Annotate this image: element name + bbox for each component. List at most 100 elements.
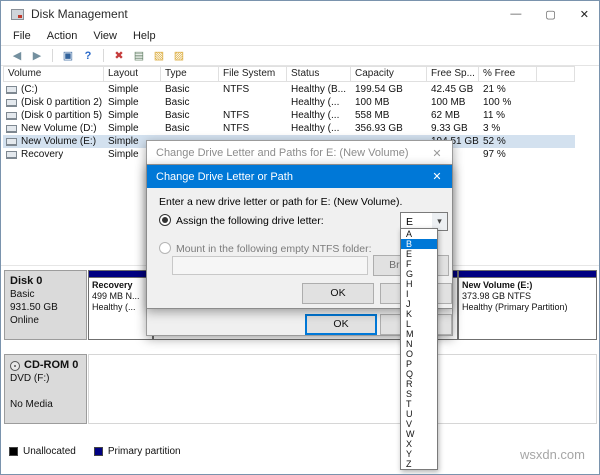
dialog1-title-bar: Change Drive Letter and Paths for E: (Ne…	[147, 141, 452, 165]
back-icon[interactable]: ◀	[7, 48, 27, 64]
drive-letter-option[interactable]: V	[401, 419, 437, 429]
toolbar-separator	[103, 49, 104, 62]
watermark: wsxdn.com	[520, 447, 585, 462]
column-header[interactable]: Volume	[3, 66, 104, 82]
drive-letter-option[interactable]: P	[401, 359, 437, 369]
New Volume (E:)[interactable]: New Volume (E:) 373.98 GB NTFS Healthy (…	[458, 270, 597, 340]
cdrom-label-block[interactable]: CD-ROM 0 DVD (F:) No Media	[4, 354, 87, 424]
column-header[interactable]: % Free	[479, 66, 537, 82]
volume-icon	[6, 151, 17, 159]
close-icon[interactable]: ✕	[422, 147, 452, 160]
column-header[interactable]: Capacity	[351, 66, 427, 82]
toolbar-separator	[52, 49, 53, 62]
menu-item[interactable]: View	[85, 30, 125, 42]
volume-icon	[6, 112, 17, 120]
partition-status: Healthy (...	[92, 302, 149, 313]
table-row[interactable]: New Volume (D:) Simple Basic NTFS Health…	[3, 122, 575, 135]
mount-folder-input	[172, 256, 368, 275]
partition-status: Healthy (Primary Partition)	[462, 302, 593, 313]
drive-letter-option[interactable]: W	[401, 429, 437, 439]
cdrom-media: DVD (F:)	[10, 372, 81, 385]
minimize-button[interactable]: —	[510, 8, 521, 21]
drive-letter-dropdown: ABEFGHIJKLMNOPQRSTUVWXYZ	[400, 228, 438, 470]
drive-letter-option[interactable]: M	[401, 329, 437, 339]
column-header[interactable]: File System	[219, 66, 287, 82]
drive-letter-option[interactable]: G	[401, 269, 437, 279]
close-icon[interactable]: ✕	[422, 170, 452, 183]
volume-icon	[6, 86, 17, 94]
drive-letter-option[interactable]: S	[401, 389, 437, 399]
dialog2-prompt: Enter a new drive letter or path for E: …	[159, 196, 402, 208]
forward-icon[interactable]: ▶	[27, 48, 47, 64]
legend-item: Primary partition	[94, 446, 181, 457]
drive-letter-option[interactable]: N	[401, 339, 437, 349]
cdrom-name: CD-ROM 0	[24, 359, 78, 372]
drive-letter-option[interactable]: Y	[401, 449, 437, 459]
console-tree-icon[interactable]: ▣	[58, 48, 78, 64]
column-header[interactable]: Type	[161, 66, 219, 82]
legend: Unallocated Primary partition	[9, 446, 199, 457]
drive-letter-option[interactable]: Z	[401, 459, 437, 469]
title-bar: Disk Management — ▢ ✕	[1, 1, 599, 27]
column-header[interactable]: Free Sp...	[427, 66, 479, 82]
menu-item[interactable]: File	[5, 30, 39, 42]
delete-volume-icon[interactable]: ✖	[109, 48, 129, 64]
drive-letter-option[interactable]: Q	[401, 369, 437, 379]
drive-letter-option[interactable]: K	[401, 309, 437, 319]
app-icon	[11, 9, 24, 20]
drive-letter-option[interactable]: R	[401, 379, 437, 389]
menu-item[interactable]: Help	[125, 30, 164, 42]
volume-table-header: VolumeLayoutTypeFile SystemStatusCapacit…	[3, 66, 575, 82]
drive-letter-option[interactable]: A	[401, 229, 437, 239]
radio-assign-drive-letter[interactable]	[159, 214, 171, 226]
legend-swatch	[94, 447, 103, 456]
drive-letter-option[interactable]: I	[401, 289, 437, 299]
column-header[interactable]: Status	[287, 66, 351, 82]
Recovery[interactable]: Recovery 499 MB N... Healthy (...	[88, 270, 153, 340]
open-folder-icon[interactable]: ▨	[169, 48, 189, 64]
cdrom-status: No Media	[10, 398, 81, 411]
drive-letter-option[interactable]: F	[401, 259, 437, 269]
drive-letter-option[interactable]: U	[401, 409, 437, 419]
dialog1-title: Change Drive Letter and Paths for E: (Ne…	[156, 147, 409, 159]
help-icon[interactable]: ?	[78, 48, 98, 64]
drive-letter-option[interactable]: L	[401, 319, 437, 329]
drive-letter-option[interactable]: O	[401, 349, 437, 359]
volume-icon	[6, 99, 17, 107]
cd-rom-icon	[10, 361, 20, 371]
radio-mount-label: Mount in the following empty NTFS folder…	[176, 243, 372, 255]
close-button[interactable]: ✕	[580, 8, 589, 21]
radio-assign-label: Assign the following drive letter:	[176, 215, 324, 227]
drive-letter-option[interactable]: B	[401, 239, 437, 249]
change-drive-letter-icon[interactable]: ▧	[149, 48, 169, 64]
partition-size: 373.98 GB NTFS	[462, 291, 593, 302]
ok-button[interactable]: OK	[305, 314, 377, 335]
partition-color-stripe	[459, 271, 596, 278]
partition-color-stripe	[89, 271, 152, 278]
properties-icon[interactable]: ▤	[129, 48, 149, 64]
drive-letter-option[interactable]: J	[401, 299, 437, 309]
dialog2-title: Change Drive Letter or Path	[156, 171, 293, 183]
partition-name: Recovery	[92, 280, 149, 291]
cdrom-media-area	[88, 354, 597, 424]
partition-name: New Volume (E:)	[462, 280, 593, 291]
ok-button[interactable]: OK	[302, 283, 374, 304]
drive-letter-option[interactable]: E	[401, 249, 437, 259]
column-header[interactable]	[537, 66, 575, 82]
disk-management-window: Disk Management — ▢ ✕ FileActionViewHelp…	[0, 0, 600, 475]
menu-bar: FileActionViewHelp	[1, 27, 599, 46]
table-row[interactable]: (C:) Simple Basic NTFS Healthy (B... 199…	[3, 83, 575, 96]
drive-letter-option[interactable]: T	[401, 399, 437, 409]
radio-mount-ntfs-folder[interactable]	[159, 242, 171, 254]
drive-letter-option[interactable]: X	[401, 439, 437, 449]
maximize-button[interactable]: ▢	[545, 8, 555, 21]
menu-item[interactable]: Action	[39, 30, 86, 42]
table-row[interactable]: (Disk 0 partition 2) Simple Basic Health…	[3, 96, 575, 109]
window-title: Disk Management	[31, 7, 128, 21]
legend-swatch	[9, 447, 18, 456]
legend-item: Unallocated	[9, 446, 76, 457]
column-header[interactable]: Layout	[104, 66, 161, 82]
dialog2-title-bar: Change Drive Letter or Path ✕	[147, 165, 452, 188]
drive-letter-option[interactable]: H	[401, 279, 437, 289]
table-row[interactable]: (Disk 0 partition 5) Simple Basic NTFS H…	[3, 109, 575, 122]
